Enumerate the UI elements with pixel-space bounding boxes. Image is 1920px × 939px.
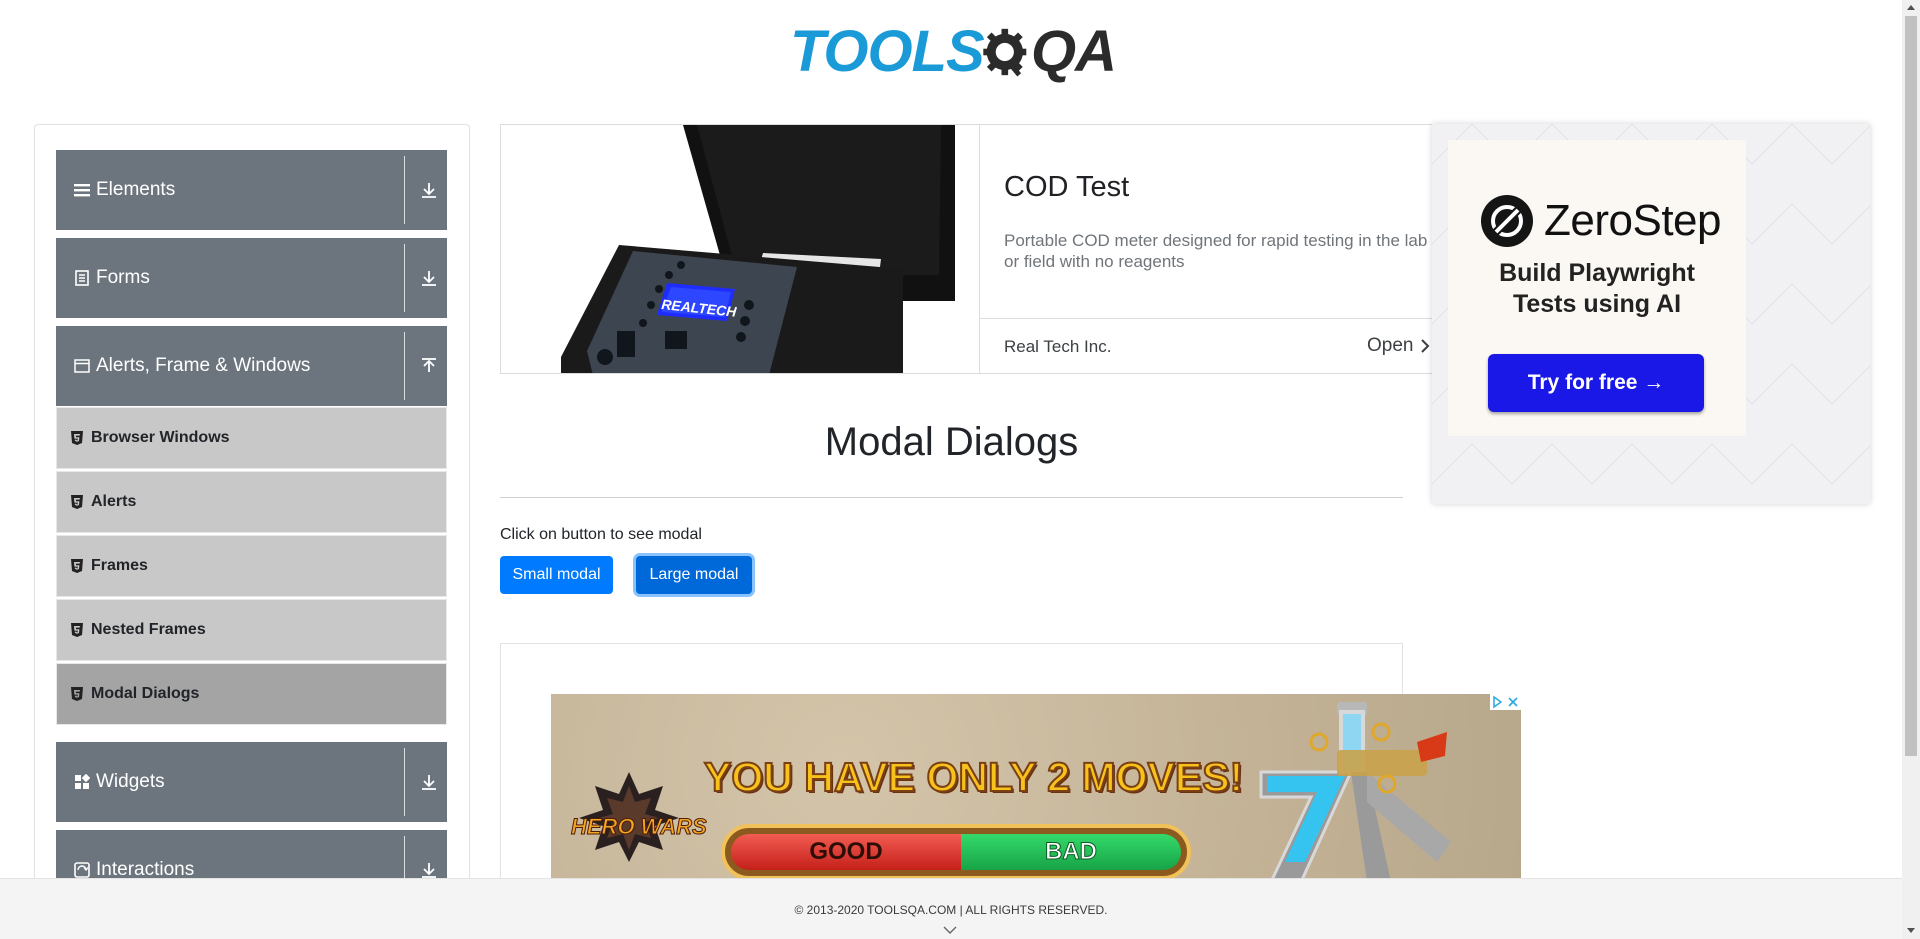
ad-slogan: YOU HAVE ONLY 2 MOVES! xyxy=(703,753,1244,801)
group-label: Alerts, Frame & Windows xyxy=(96,355,311,376)
chevron-right-icon xyxy=(1421,339,1430,353)
logo-text-suffix: QA xyxy=(1031,19,1117,84)
scroll-down-arrow-icon[interactable] xyxy=(1907,926,1915,934)
divider xyxy=(404,244,405,312)
scrollbar-thumb[interactable] xyxy=(1905,16,1917,756)
page-footer: © 2013-2020 TOOLSQA.COM | ALL RIGHTS RES… xyxy=(0,878,1902,939)
ad-advertiser: Real Tech Inc. xyxy=(1004,337,1112,356)
vertical-scrollbar[interactable] xyxy=(1902,0,1920,939)
group-alerts-frame-windows[interactable]: Alerts, Frame & Windows xyxy=(56,326,447,406)
divider xyxy=(979,125,980,373)
cod-meter-image[interactable]: REALTECH xyxy=(501,125,979,373)
html5-icon xyxy=(71,623,83,637)
small-modal-button[interactable]: Small modal xyxy=(500,556,613,594)
sidebar-item-label: Browser Windows xyxy=(91,429,230,446)
good-label: GOOD xyxy=(731,834,961,870)
divider xyxy=(404,332,405,400)
sidebar-item-label: Modal Dialogs xyxy=(91,685,200,702)
document-icon xyxy=(74,270,90,286)
ad-headline: Build Playwright Tests using AI xyxy=(1432,258,1762,320)
group-label: Forms xyxy=(96,267,150,288)
divider xyxy=(404,748,405,816)
chevron-down-icon[interactable] xyxy=(942,925,958,935)
zerostep-brand: ZeroStep xyxy=(1544,196,1721,245)
html5-icon xyxy=(71,559,83,573)
download-arrow-icon[interactable] xyxy=(419,772,439,792)
toolsqa-logo[interactable]: TOOLS QA xyxy=(790,14,1117,90)
ad-headline-line: Tests using AI xyxy=(1512,290,1682,318)
ad-open-label: Open xyxy=(1367,335,1414,356)
group-label: Elements xyxy=(96,179,176,200)
download-arrow-icon[interactable] xyxy=(419,180,439,200)
divider xyxy=(500,497,1403,498)
download-arrow-icon[interactable] xyxy=(419,268,439,288)
large-modal-button[interactable]: Large modal xyxy=(636,556,752,594)
sidebar-item-modal-dialogs[interactable]: Modal Dialogs xyxy=(56,663,447,725)
logo-text: TOOLS xyxy=(790,19,985,84)
interact-icon xyxy=(74,862,90,878)
html5-icon xyxy=(71,431,83,445)
grid-icon xyxy=(74,774,90,790)
hamburger-icon xyxy=(74,182,90,198)
zerostep-ad[interactable]: ZeroStep Build Playwright Tests using AI… xyxy=(1432,124,1870,504)
sidebar-item-label: Nested Frames xyxy=(91,621,206,638)
sidebar-item-label: Frames xyxy=(91,557,148,574)
hero-wars-ad[interactable]: HERO WARS YOU HAVE ONLY 2 MOVES! GOOD BA… xyxy=(551,694,1521,879)
window-icon xyxy=(74,358,90,374)
divider xyxy=(404,156,405,224)
zerostep-icon xyxy=(1481,195,1533,247)
left-sidebar: Elements Forms Alerts, Frame & Windows B… xyxy=(34,124,470,924)
ad-description: Portable COD meter designed for rapid te… xyxy=(1004,231,1428,271)
group-forms[interactable]: Forms xyxy=(56,238,447,318)
instruction-text: Click on button to see modal xyxy=(500,526,702,543)
sidebar-item-frames[interactable]: Frames xyxy=(56,535,447,597)
gear-q-icon xyxy=(983,28,1027,77)
ad-open-button[interactable]: Open xyxy=(1367,335,1431,357)
ad-title[interactable]: COD Test xyxy=(1004,171,1129,204)
page-title: Modal Dialogs xyxy=(824,420,1079,464)
zerostep-logo: ZeroStep xyxy=(1480,194,1721,248)
sidebar-item-alerts[interactable]: Alerts xyxy=(56,471,447,533)
puzzle-flask-illustration xyxy=(1259,702,1451,879)
bad-label: BAD xyxy=(961,834,1181,870)
sidebar-item-browser-windows[interactable]: Browser Windows xyxy=(56,407,447,469)
try-for-free-button[interactable]: Try for free → xyxy=(1488,354,1704,412)
hero-wars-logo-text: HERO WARS xyxy=(571,814,708,840)
sidebar-item-nested-frames[interactable]: Nested Frames xyxy=(56,599,447,661)
sidebar-item-label: Alerts xyxy=(91,493,137,510)
good-bad-bar: GOOD BAD xyxy=(721,824,1191,879)
scroll-up-arrow-icon[interactable] xyxy=(1907,4,1915,12)
close-icon[interactable] xyxy=(1505,694,1521,710)
upload-arrow-icon[interactable] xyxy=(419,356,439,376)
cod-test-ad[interactable]: REALTECH COD Test Portable COD meter des… xyxy=(500,124,1434,374)
group-elements[interactable]: Elements xyxy=(56,150,447,230)
adchoices-icon[interactable] xyxy=(1490,694,1521,710)
download-arrow-icon[interactable] xyxy=(419,860,439,880)
group-label: Widgets xyxy=(96,771,165,792)
copyright-text: © 2013-2020 TOOLSQA.COM | ALL RIGHTS RES… xyxy=(794,903,1108,917)
adchoices-play-icon[interactable] xyxy=(1490,694,1505,710)
ad-headline-line: Build Playwright xyxy=(1499,259,1695,287)
html5-icon xyxy=(71,495,83,509)
divider xyxy=(980,318,1433,319)
html5-icon xyxy=(71,687,83,701)
group-widgets[interactable]: Widgets xyxy=(56,742,447,822)
